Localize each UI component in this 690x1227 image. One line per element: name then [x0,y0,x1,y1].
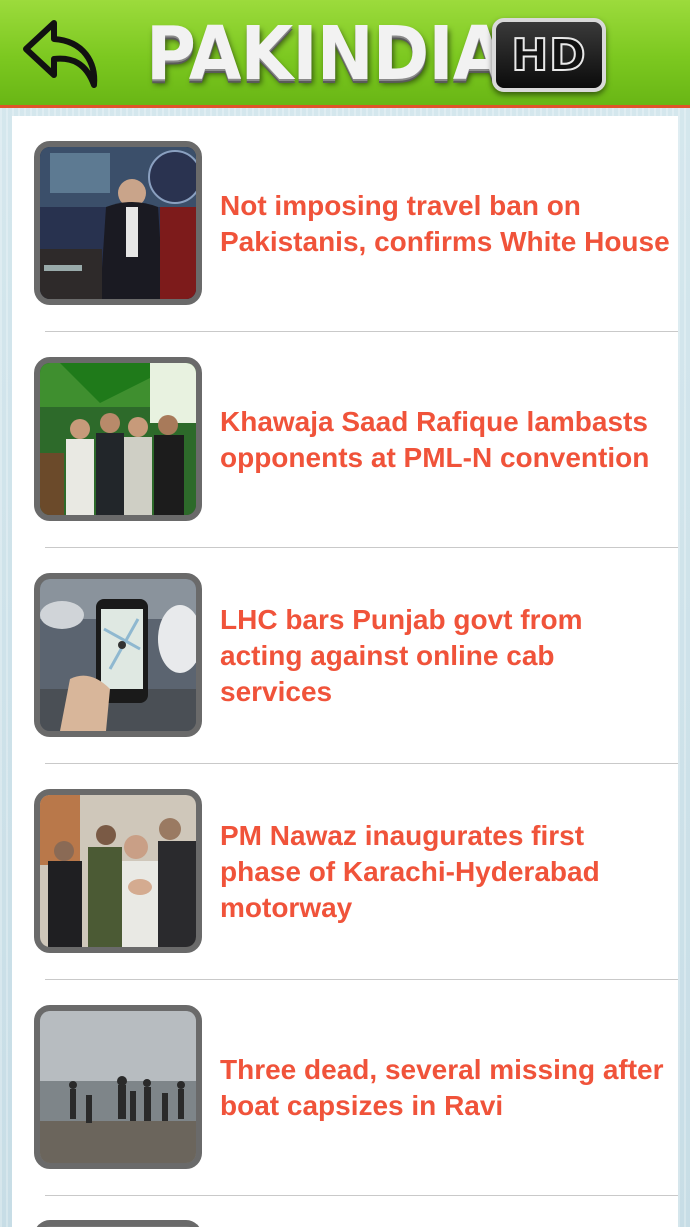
prayer-ceremony-image [40,795,196,947]
news-item[interactable]: PM Nawaz inaugurates first phase of Kara… [12,764,678,980]
news-item[interactable]: Not imposing travel ban on Pakistanis, c… [12,116,678,332]
news-item[interactable]: Khawaja Saad Rafique lambasts opponents … [12,332,678,548]
app-logo: PAKINDIA HD [146,10,606,98]
news-item[interactable]: Three dead, several missing after boat c… [12,980,678,1196]
news-headline: Three dead, several missing after boat c… [220,1054,664,1121]
news-headline: PM Nawaz inaugurates first phase of Kara… [220,820,600,923]
news-thumbnail [34,357,202,521]
news-headline: LHC bars Punjab govt from acting against… [220,604,583,707]
app-header: PAKINDIA HD [0,0,690,108]
rally-image [40,363,196,515]
divider [45,1195,678,1196]
news-item[interactable]: LHC bars Punjab govt from acting against… [12,548,678,764]
news-thumbnail [34,789,202,953]
hd-badge-label: HD [510,29,587,82]
hd-badge: HD [492,18,606,92]
news-thumbnail-partial [34,1220,202,1227]
news-headline: Khawaja Saad Rafique lambasts opponents … [220,406,650,473]
back-arrow-icon [23,20,98,88]
news-list[interactable]: Not imposing travel ban on Pakistanis, c… [12,116,678,1227]
back-button[interactable] [18,14,106,94]
logo-text: PAKINDIA [146,11,505,97]
news-thumbnail [34,573,202,737]
press-briefing-image [40,147,196,299]
news-thumbnail [34,141,202,305]
news-thumbnail [34,1005,202,1169]
riverbank-crowd-image [40,1011,196,1163]
news-headline: Not imposing travel ban on Pakistanis, c… [220,190,670,257]
app-screen: PAKINDIA HD Not imposing travel ban on P… [0,0,690,1227]
phone-map-image [40,579,196,731]
